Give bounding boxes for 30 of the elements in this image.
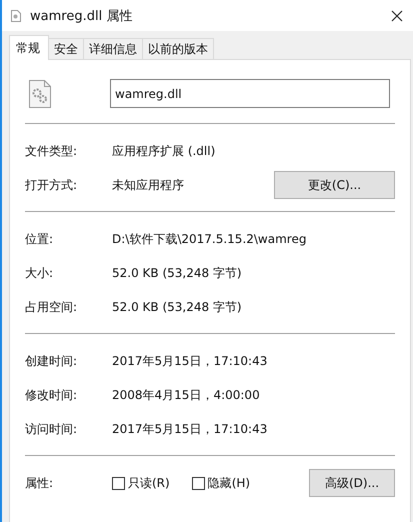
window-title: wamreg.dll 属性 [30,8,134,24]
field-label: 大小: [25,264,54,282]
field-label: 创建时间: [25,352,78,370]
close-icon[interactable] [391,10,403,22]
field-value: 2017年5月15日，17:10:43 [112,352,268,370]
field-label: 文件类型: [25,142,78,160]
checkbox-label[interactable]: 隐藏(H) [208,474,250,492]
checkbox[interactable] [112,476,125,490]
checkbox[interactable] [192,476,205,490]
field-label: 属性: [25,474,54,492]
field-label: 位置: [25,230,54,248]
tab[interactable]: 常规 [9,35,49,60]
field-label: 打开方式: [25,176,78,194]
field-label: 访问时间: [25,420,78,438]
advanced-button[interactable]: 高级(D)... [309,469,395,497]
gear-file-icon [29,80,51,108]
checkbox-label[interactable]: 只读(R) [128,474,170,492]
field-value: D:\软件下载\2017.5.15.2\wamreg [112,230,308,248]
field-value: 52.0 KB (53,248 字节) [112,298,243,316]
change-button[interactable]: 更改(C)... [274,171,395,199]
field-value: 未知应用程序 [112,176,185,194]
field-value: 应用程序扩展 (.dll) [112,142,216,160]
field-value: 2017年5月15日，17:10:43 [112,420,268,438]
field-value: 52.0 KB (53,248 字节) [112,264,243,282]
field-label: 修改时间: [25,386,78,404]
field-label: 占用空间: [25,298,78,316]
file-name-field[interactable]: wamreg.dll [110,79,390,108]
file-icon [11,10,21,22]
field-value: 2008年4月15日，4:00:00 [112,386,261,404]
tab[interactable]: 以前的版本 [142,38,214,59]
